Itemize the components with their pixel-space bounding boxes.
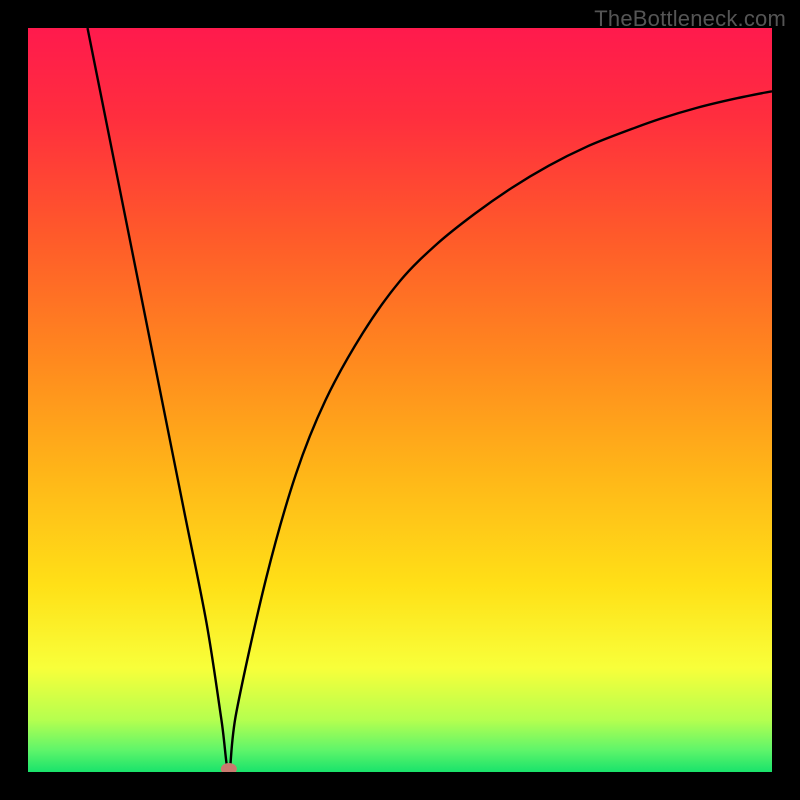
plot-area	[28, 28, 772, 772]
bottleneck-curve	[28, 28, 772, 772]
curve-line	[88, 28, 772, 772]
optimal-point-dot	[221, 763, 237, 772]
chart-frame: TheBottleneck.com	[0, 0, 800, 800]
